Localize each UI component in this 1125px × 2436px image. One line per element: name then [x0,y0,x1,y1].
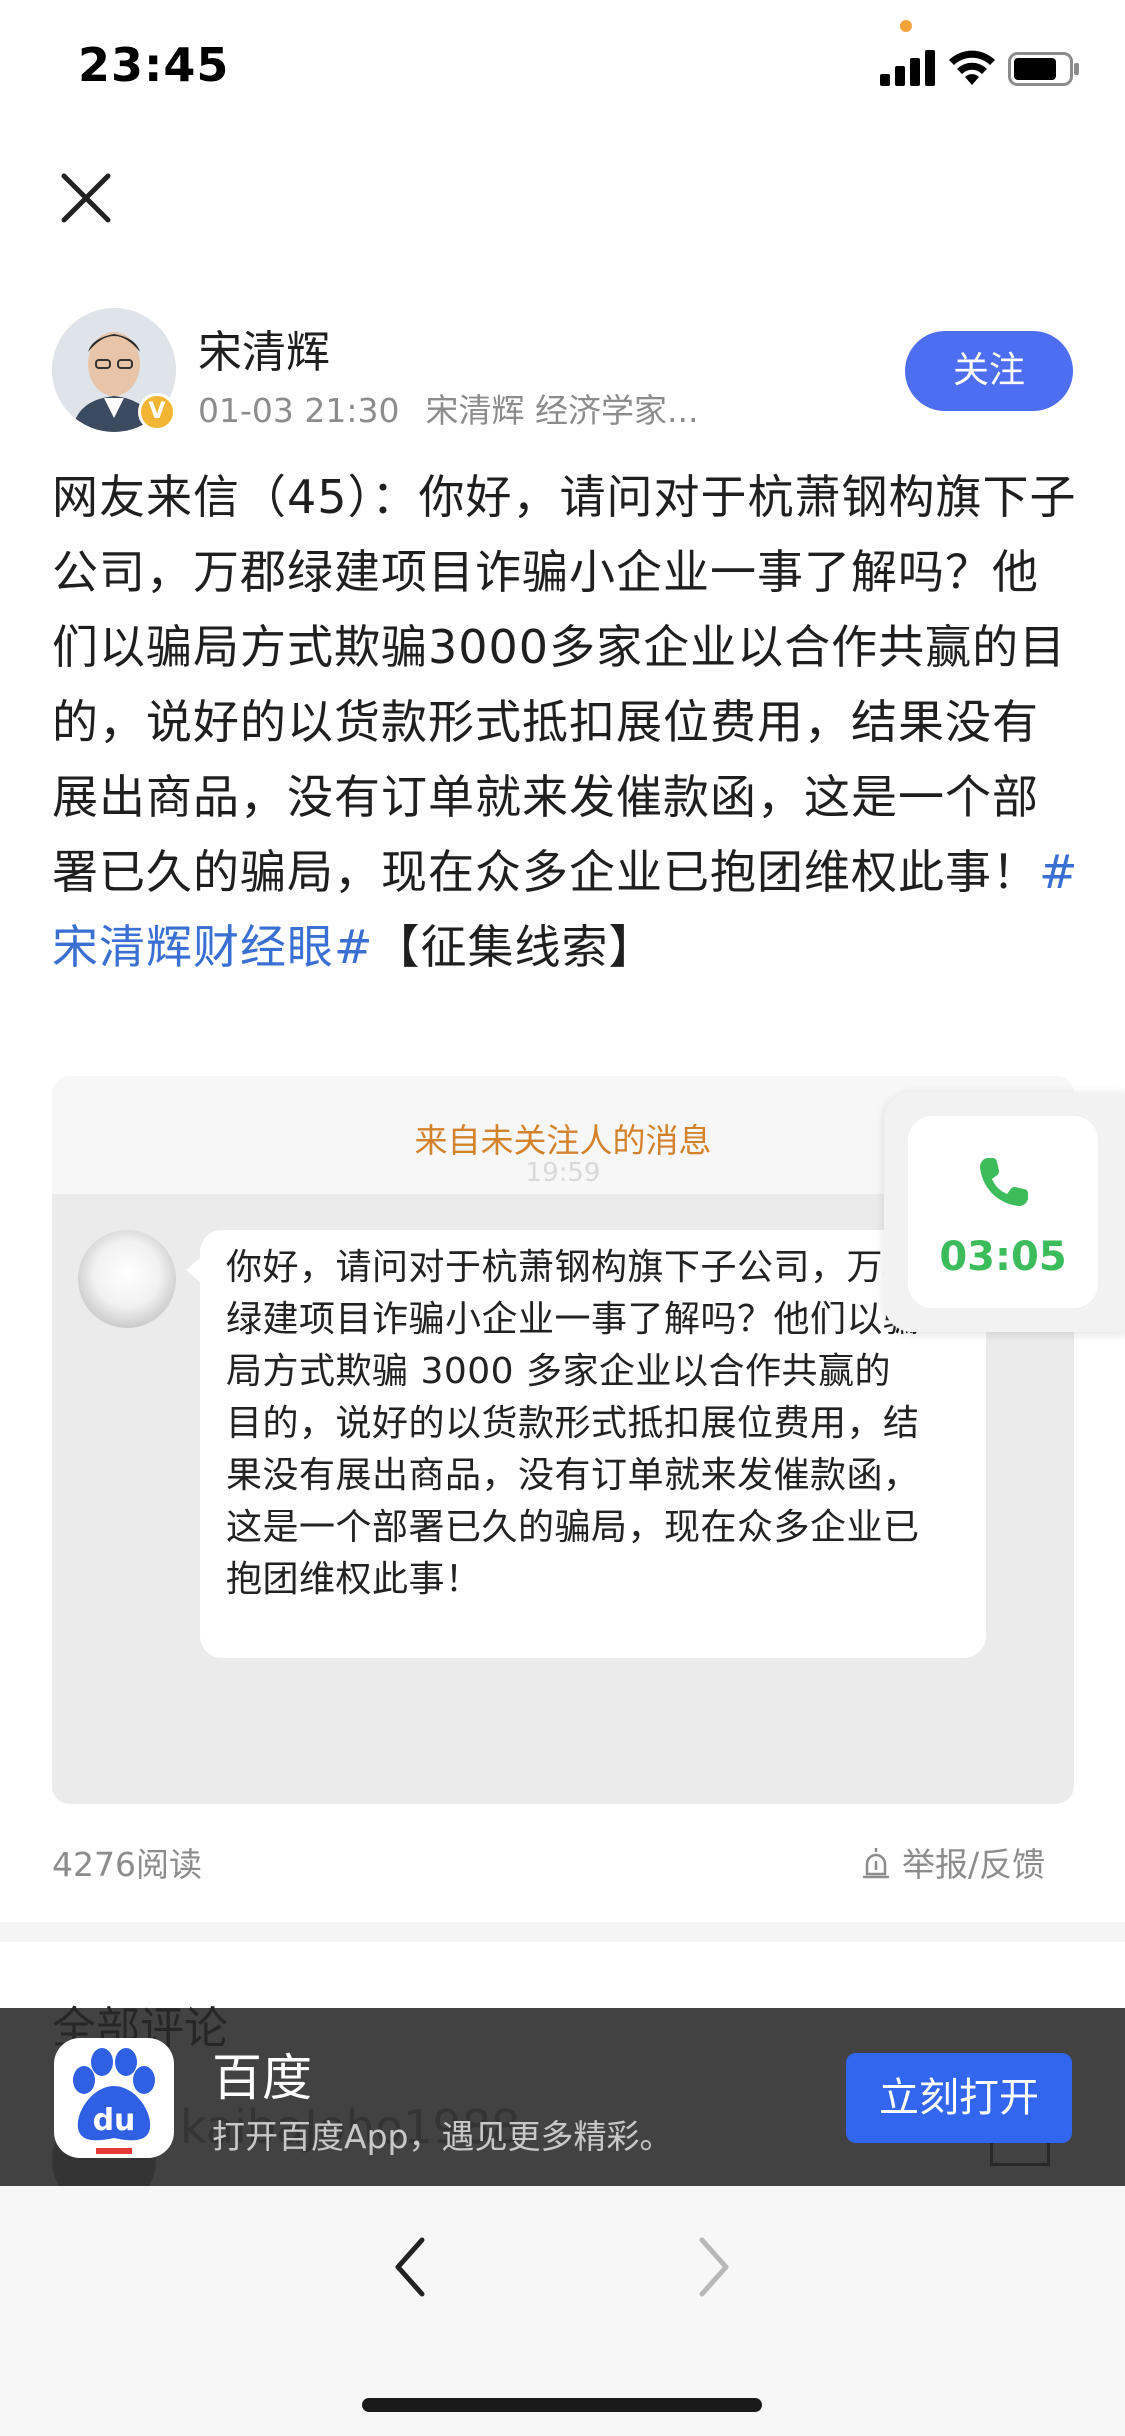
call-duration: 03:05 [939,1234,1067,1280]
message-text: 你好，请问对于杭萧钢构旗下子公司，万郡绿建项目诈骗小企业一事了解吗？他们以骗局方… [226,1247,920,1600]
report-link[interactable]: 举报/反馈 [858,1838,1045,1886]
author-name[interactable]: 宋清辉 [198,316,330,380]
author-description: 宋清辉 经济学家... [425,391,699,430]
open-app-button[interactable]: 立刻打开 [846,2053,1072,2143]
recording-indicator [900,20,912,32]
close-icon[interactable] [56,168,116,228]
app-download-banner[interactable]: du 百度 打开百度App，遇见更多精彩。 立刻打开 [0,2008,1125,2186]
cellular-signal-icon [880,50,935,86]
status-bar: 23:45 [0,0,1125,132]
post-meta: 01-03 21:30 宋清辉 经济学家... [198,384,698,432]
forward-arrow-icon[interactable] [688,2232,738,2302]
home-indicator[interactable] [362,2398,762,2412]
wifi-icon [949,50,995,85]
sender-avatar [78,1230,176,1328]
verified-badge-icon: V [138,393,176,431]
read-count: 4276阅读 [52,1845,202,1884]
call-widget[interactable]: 03:05 [884,1092,1125,1332]
baidu-logo-text: du [93,2103,136,2138]
battery-icon [1008,52,1079,86]
post-body: 网友来信（45）：你好，请问对于杭萧钢构旗下子公司，万郡绿建项目诈骗小企业一事了… [52,460,1082,985]
report-icon [863,1848,889,1879]
status-time: 23:45 [78,38,230,92]
message-bubble: 你好，请问对于杭萧钢构旗下子公司，万郡绿建项目诈骗小企业一事了解吗？他们以骗局方… [186,1230,986,1658]
phone-icon [980,1158,1028,1206]
post-text: 网友来信（45）：你好，请问对于杭萧钢构旗下子公司，万郡绿建项目诈骗小企业一事了… [52,470,1077,899]
browser-nav-bar [0,2186,1125,2436]
report-label: 举报/反馈 [902,1845,1046,1884]
app-tagline: 打开百度App，遇见更多精彩。 [212,2117,673,2156]
app-name: 百度 [212,2049,312,2107]
post-suffix: 【征集线索】 [373,920,656,974]
post-date: 01-03 21:30 [198,391,400,430]
section-divider [0,1922,1125,1942]
baidu-logo-icon: du [54,2038,174,2158]
call-widget-inner: 03:05 [908,1116,1098,1308]
baidu-paw-icon: du [73,2048,155,2154]
back-arrow-icon[interactable] [386,2232,436,2302]
follow-button[interactable]: 关注 [905,331,1073,411]
